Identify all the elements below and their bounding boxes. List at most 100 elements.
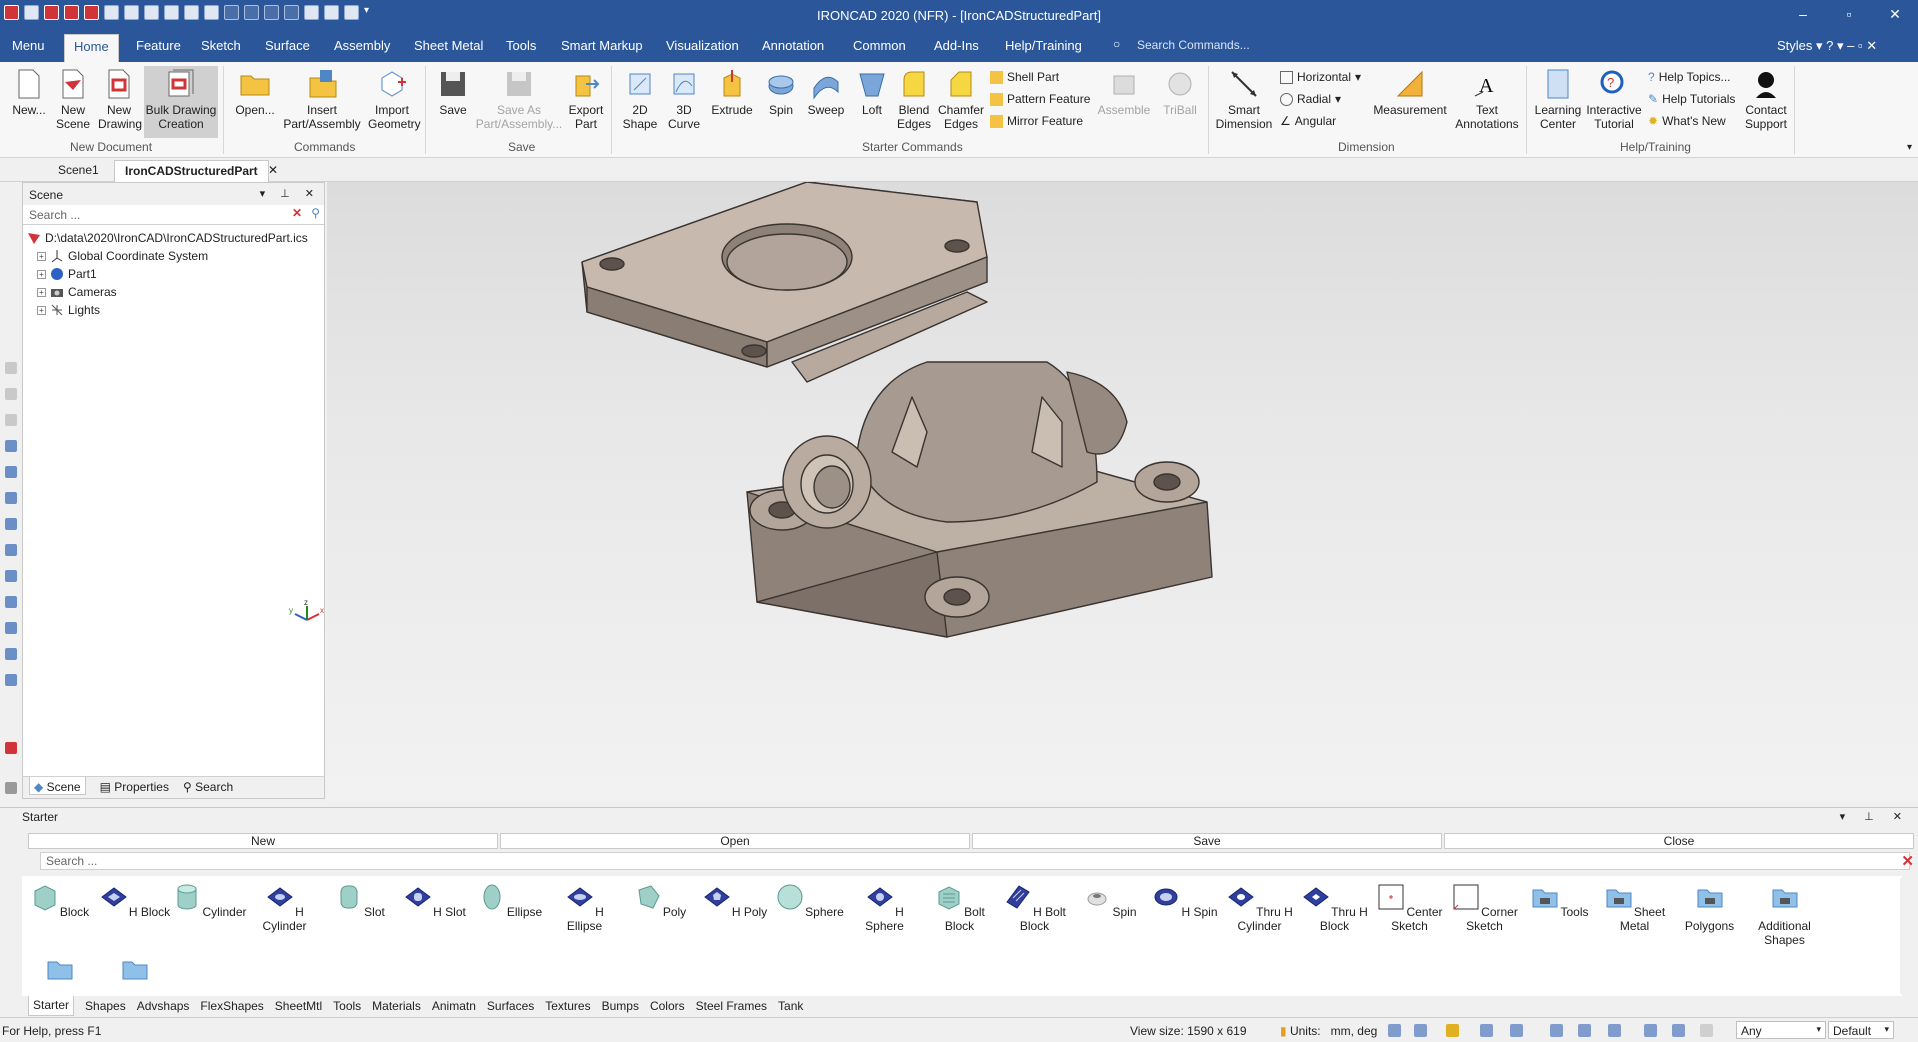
spin-button[interactable]: Spin [762, 68, 800, 117]
shape-sphere[interactable]: Sphere [772, 882, 847, 919]
shape-h-bolt-block[interactable]: H Bolt Block [997, 882, 1072, 933]
learning-center-button[interactable]: Learning Center [1532, 68, 1584, 131]
doc-tab-scene1[interactable]: Scene1 [58, 163, 99, 177]
tab-smart-markup[interactable]: Smart Markup [561, 38, 643, 53]
minimize-button[interactable]: ‒ [1780, 0, 1826, 30]
tree-item-global-coordinate-system[interactable]: + Global Coordinate System [27, 247, 320, 265]
catalog-tab-colors[interactable]: Colors [650, 996, 685, 1016]
import-geometry-button[interactable]: Import Geometry [368, 68, 421, 131]
catalog-tab-surfaces[interactable]: Surfaces [487, 996, 534, 1016]
tab-menu[interactable]: Menu [12, 38, 45, 53]
catalog-tab-tank[interactable]: Tank [778, 996, 803, 1016]
filter-icon[interactable]: ⚲ [311, 206, 320, 220]
part-model[interactable] [327, 169, 1918, 802]
catalog-tab-flexshapes[interactable]: FlexShapes [200, 996, 263, 1016]
doc-tab-part[interactable]: IronCADStructuredPart [114, 160, 269, 182]
tool-icon[interactable] [5, 596, 17, 608]
interactive-tutorial-button[interactable]: ? Interactive Tutorial [1586, 68, 1642, 131]
catalog-save-button[interactable]: Save [972, 833, 1442, 849]
catalog-tab-advshaps[interactable]: Advshaps [137, 996, 190, 1016]
shape-block[interactable]: Block [22, 882, 97, 919]
tab-sketch[interactable]: Sketch [201, 38, 241, 53]
shape-thru-h-cylinder[interactable]: Thru H Cylinder [1222, 882, 1297, 933]
contact-support-button[interactable]: Contact Support [1742, 68, 1790, 131]
style-dropdown[interactable]: Default ▾ [1828, 1021, 1894, 1039]
tool-icon[interactable] [5, 518, 17, 530]
tool-icon[interactable] [5, 466, 17, 478]
snap-icon[interactable] [1672, 1024, 1685, 1037]
tab-sheet-metal[interactable]: Sheet Metal [414, 38, 483, 53]
chamfer-edges-button[interactable]: Chamfer Edges [938, 68, 984, 131]
new-scene-button[interactable]: New Scene [54, 68, 92, 131]
new-drawing-button[interactable]: New Drawing [98, 68, 142, 131]
catalog-tab-bumps[interactable]: Bumps [602, 996, 639, 1016]
wireframe-icon[interactable] [1578, 1024, 1591, 1037]
shape-h-slot[interactable]: H Slot [397, 882, 472, 919]
catalog-open-button[interactable]: Open [500, 833, 970, 849]
shape-tools-folder[interactable]: Tools [1522, 882, 1597, 919]
tool-icon[interactable] [5, 492, 17, 504]
shape-cylinder[interactable]: Cylinder [172, 882, 247, 919]
styles-dropdown[interactable]: Styles ▾ ? ▾ ‒ ▫ ✕ [1777, 38, 1877, 54]
tool-icon[interactable] [5, 440, 17, 452]
tab-surface[interactable]: Surface [265, 38, 310, 53]
catalog-tab-starter[interactable]: Starter [28, 996, 75, 1016]
tab-feature[interactable]: Feature [136, 38, 181, 53]
tab-properties[interactable]: ▤ Properties [100, 780, 169, 795]
shape-sheet-metal-folder[interactable]: Sheet Metal [1597, 882, 1672, 933]
catalog-new-button[interactable]: New [28, 833, 498, 849]
shape-additional-folder[interactable]: Additional Shapes [1747, 882, 1822, 947]
tab-scene[interactable]: ◆ Scene [29, 777, 86, 795]
measurement-button[interactable]: Measurement [1370, 68, 1450, 117]
catalog-tab-sheetmtl[interactable]: SheetMtl [275, 996, 322, 1016]
tool-icon[interactable] [5, 388, 17, 400]
tab-add-ins[interactable]: Add-Ins [934, 38, 979, 53]
catalog-tab-textures[interactable]: Textures [545, 996, 590, 1016]
catalog-tab-animatn[interactable]: Animatn [432, 996, 476, 1016]
tree-item-lights[interactable]: + Lights [27, 301, 320, 319]
shape-center-sketch[interactable]: Center Sketch [1372, 882, 1447, 933]
tree-item-cameras[interactable]: + Cameras [27, 283, 320, 301]
close-tab-icon[interactable]: ✕ [268, 163, 278, 177]
catalog-close-button[interactable]: Close [1444, 833, 1914, 849]
horizontal-dim-button[interactable]: Horizontal ▾ [1280, 70, 1361, 84]
units-readout[interactable]: ▮ Units: mm, deg [1280, 1024, 1377, 1038]
angular-dim-button[interactable]: ∠ Angular [1280, 114, 1336, 128]
orient-icon[interactable] [1510, 1024, 1523, 1037]
expand-icon[interactable]: + [37, 305, 46, 315]
shape-h-block[interactable]: H Block [97, 882, 172, 919]
save-as-button[interactable]: Save As Part/Assembly... [474, 68, 564, 131]
section-icon[interactable] [1608, 1024, 1621, 1037]
grid-icon[interactable] [1644, 1024, 1657, 1037]
scene-search-input[interactable]: Search ... ✕ ⚲ [23, 205, 324, 225]
triball-button[interactable]: TriBall [1158, 68, 1202, 117]
shape-spin[interactable]: Spin [1072, 882, 1147, 919]
mirror-feature-button[interactable]: Mirror Feature [990, 114, 1083, 128]
tab-search[interactable]: ⚲ Search [183, 780, 233, 795]
panel-controls[interactable]: ▾ ⊥ ✕ [260, 187, 320, 200]
search-commands-input[interactable]: Search Commands... [1137, 38, 1250, 52]
shape-2d-button[interactable]: 2D Shape [620, 68, 660, 131]
tab-common[interactable]: Common [853, 38, 906, 53]
help-tutorials-button[interactable]: ✎ Help Tutorials [1648, 92, 1735, 106]
sweep-button[interactable]: Sweep [806, 68, 846, 117]
shape-corner-sketch[interactable]: Corner Sketch [1447, 882, 1522, 933]
tab-help-training[interactable]: Help/Training [1005, 38, 1082, 53]
tool-icon[interactable] [5, 544, 17, 556]
tab-assembly[interactable]: Assembly [334, 38, 390, 53]
select-arrow-icon[interactable] [1700, 1024, 1713, 1037]
blend-edges-button[interactable]: Blend Edges [894, 68, 934, 131]
expand-icon[interactable]: + [37, 251, 46, 261]
tab-visualization[interactable]: Visualization [666, 38, 739, 53]
help-topics-button[interactable]: ? Help Topics... [1648, 70, 1731, 84]
selection-filter-dropdown[interactable]: Any ▾ [1736, 1021, 1826, 1039]
shape-h-spin[interactable]: H Spin [1147, 882, 1222, 919]
shape-ellipse[interactable]: Ellipse [472, 882, 547, 919]
shape-thru-h-block[interactable]: Thru H Block [1297, 882, 1372, 933]
radial-dim-button[interactable]: Radial ▾ [1280, 92, 1341, 106]
tool-icon[interactable] [5, 362, 17, 374]
expand-icon[interactable]: + [37, 287, 46, 297]
shape-h-sphere[interactable]: H Sphere [847, 882, 922, 933]
save-button[interactable]: Save [436, 68, 470, 117]
shape-polygons-folder[interactable]: Polygons [1672, 882, 1747, 933]
